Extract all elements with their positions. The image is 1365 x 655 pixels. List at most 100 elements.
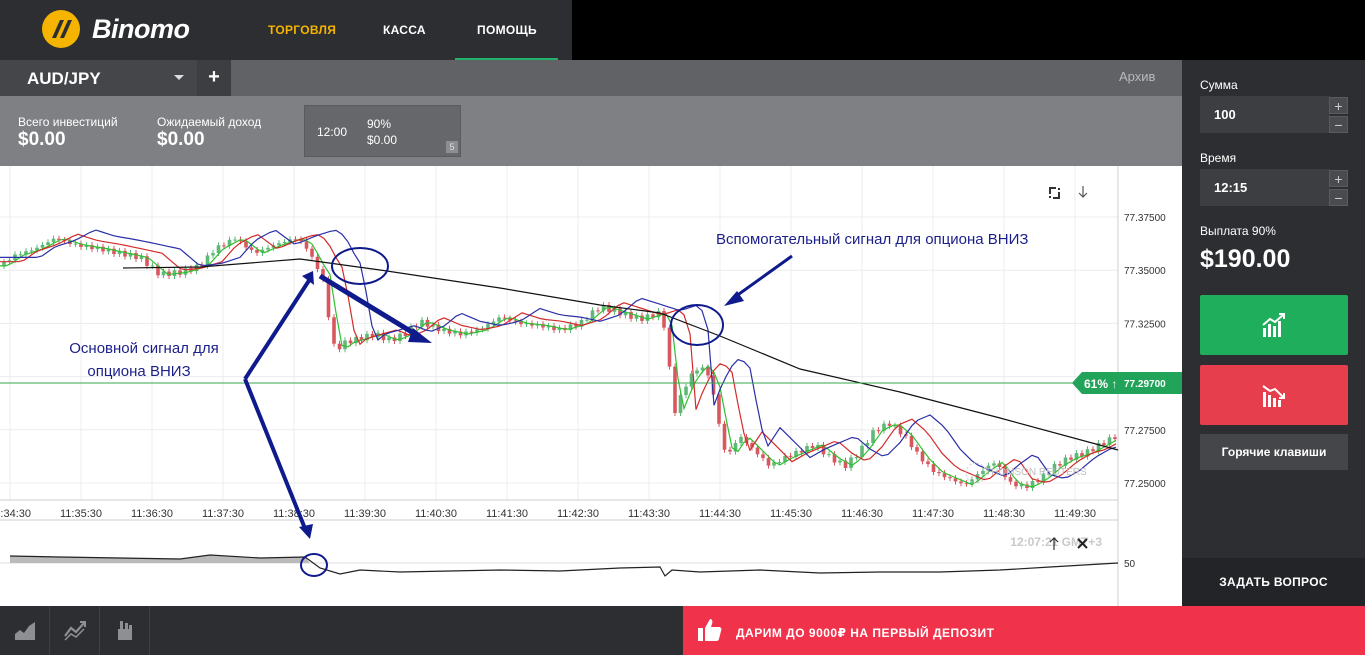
candle xyxy=(134,253,138,260)
logo-icon xyxy=(42,10,80,48)
amount-label: Сумма xyxy=(1200,78,1238,92)
candle xyxy=(788,455,793,457)
candle xyxy=(211,253,215,256)
time-label: Время xyxy=(1200,151,1237,165)
candle xyxy=(849,457,853,469)
add-asset-button[interactable]: + xyxy=(197,60,231,96)
candle xyxy=(931,464,936,472)
candle xyxy=(871,430,875,443)
time-tick-label: 11:44:30 xyxy=(699,508,741,520)
server-clock: 12:07:21 GMT+3 xyxy=(1010,535,1102,549)
drawing-tools-icon xyxy=(118,621,132,640)
watermark-text: THOMSON REUTERS xyxy=(985,467,1087,478)
candle xyxy=(315,256,320,270)
time-plus-button[interactable]: + xyxy=(1329,170,1348,187)
candle xyxy=(766,458,771,466)
candle xyxy=(51,238,56,243)
investment-info-bar: Всего инвестиций $0.00 Ожидаемый доход $… xyxy=(0,96,1182,166)
candle xyxy=(29,250,34,252)
download-icon xyxy=(1078,186,1088,198)
time-tick-label: 11:43:30 xyxy=(628,508,670,520)
annotation-aux-signal: Вспомогательный сигнал для опциона ВНИЗ xyxy=(716,231,1028,248)
nav-trading[interactable]: ТОРГОВЛЯ xyxy=(268,0,336,60)
nav-cashier[interactable]: КАССА xyxy=(383,0,426,60)
arrow-to-aux-signal xyxy=(731,254,793,301)
asset-name: AUD/JPY xyxy=(27,69,101,88)
amount-minus-button[interactable]: − xyxy=(1329,116,1348,133)
candle xyxy=(937,471,941,474)
time-minus-button[interactable]: − xyxy=(1329,189,1348,206)
ma-line-black xyxy=(122,258,1119,451)
candle xyxy=(959,481,963,484)
price-tick-label: 77.25000 xyxy=(1124,479,1166,490)
candle xyxy=(948,477,952,479)
time-tick-label: 11:39:30 xyxy=(344,508,386,520)
promo-banner[interactable]: ДАРИМ ДО 9000₽ НА ПЕРВЫЙ ДЕПОЗИТ xyxy=(683,606,1365,655)
candle xyxy=(497,317,501,322)
asset-bar: AUD/JPY + Архив xyxy=(0,60,1182,96)
thumbs-up-icon xyxy=(698,619,722,641)
time-tick-label: 11:49:30 xyxy=(1054,508,1096,520)
hotkeys-button[interactable]: Горячие клавиши xyxy=(1200,434,1348,470)
candle xyxy=(684,386,688,396)
deal-amount: $0.00 xyxy=(367,133,398,147)
time-tick-label: 11:42:30 xyxy=(557,508,599,520)
candle xyxy=(722,423,727,450)
candle xyxy=(915,447,919,452)
price-tick-label: 77.37500 xyxy=(1124,213,1166,224)
candle xyxy=(40,244,45,248)
candle xyxy=(992,463,996,466)
amount-plus-button[interactable]: + xyxy=(1329,97,1348,114)
candle xyxy=(810,445,815,448)
amount-input[interactable]: 100 xyxy=(1200,96,1330,133)
chevron-down-icon xyxy=(174,75,184,80)
indicators-tool[interactable] xyxy=(50,606,100,655)
candle xyxy=(18,254,23,256)
candle xyxy=(1058,464,1062,466)
oscillator-line xyxy=(9,554,1119,577)
candle xyxy=(695,370,699,374)
candle xyxy=(645,314,650,321)
candle xyxy=(332,317,336,344)
candle xyxy=(777,462,782,464)
candle xyxy=(73,243,78,245)
candle xyxy=(1113,437,1117,440)
nav-help[interactable]: ПОМОЩЬ xyxy=(456,0,558,60)
price-chart[interactable]: 11:34:30 11:35:30 11:36:30 11:37:30 11:38:30… xyxy=(0,166,1182,606)
candle xyxy=(673,366,677,414)
time-tick-label: 11:47:30 xyxy=(912,508,954,520)
candle xyxy=(233,239,237,241)
candle xyxy=(920,451,925,462)
ma-line-red xyxy=(0,233,1117,483)
candle xyxy=(277,243,281,246)
archive-link[interactable]: Архив xyxy=(1119,69,1155,84)
top-navigation-bar: Binomo ТОРГОВЛЯ КАССА ПОМОЩЬ xyxy=(0,0,572,62)
time-tick-label: 11:41:30 xyxy=(486,508,528,520)
deal-percent: 90% xyxy=(367,117,392,131)
chart-type-tool[interactable] xyxy=(0,606,50,655)
candle xyxy=(585,319,589,321)
price-tick-label: 77.32500 xyxy=(1124,319,1166,330)
ask-question-button[interactable]: ЗАДАТЬ ВОПРОС xyxy=(1182,558,1365,606)
candle xyxy=(46,242,50,245)
candle xyxy=(266,247,270,250)
asset-selector[interactable]: AUD/JPY xyxy=(0,60,197,96)
time-tick-label: 11:38:30 xyxy=(273,508,315,520)
fullscreen-icon xyxy=(1049,187,1060,199)
candle xyxy=(755,447,760,455)
candle xyxy=(222,245,226,247)
candle xyxy=(838,460,842,463)
annotation-main-signal-line1: Основной сигнал для xyxy=(69,340,218,357)
candle xyxy=(876,430,881,432)
logo[interactable]: Binomo xyxy=(42,10,190,48)
drawing-tool[interactable] xyxy=(100,606,150,655)
call-up-button[interactable] xyxy=(1200,295,1348,355)
current-price-value: 77.29700 xyxy=(1124,379,1166,390)
put-down-button[interactable] xyxy=(1200,365,1348,425)
candle xyxy=(282,242,287,244)
time-input[interactable]: 12:15 xyxy=(1200,169,1330,206)
deal-time: 12:00 xyxy=(317,125,348,139)
deal-card[interactable]: 12:00 90% $0.00 5 xyxy=(304,105,461,157)
candle xyxy=(596,310,600,312)
chart-up-icon xyxy=(1262,313,1285,337)
